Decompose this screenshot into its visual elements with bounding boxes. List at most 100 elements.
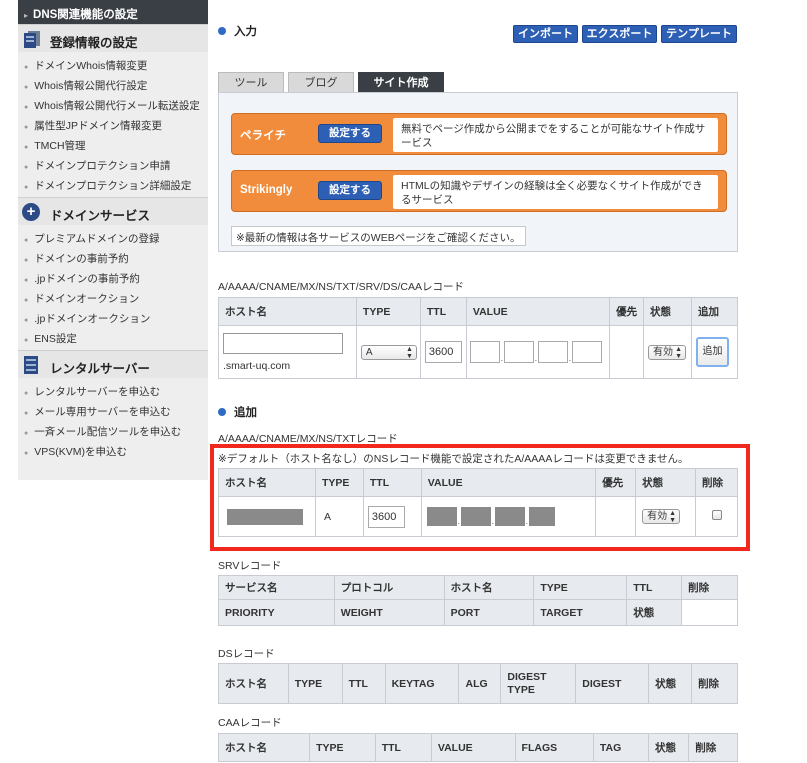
sidebar-item-whois-change[interactable]: ● ドメインWhois情報変更 — [18, 54, 208, 74]
service-name: Strikingly — [240, 184, 293, 196]
plus-circle-icon: + — [22, 203, 42, 221]
sidebar-section-title: レンタルサーバー — [50, 362, 150, 376]
sidebar-item-domain-auction[interactable]: ● ドメインオークション — [18, 287, 208, 307]
sidebar-section-title: 登録情報の設定 — [50, 36, 138, 50]
col-status: 状態 — [643, 297, 692, 326]
ds-col-hostname: ホスト名 — [218, 663, 289, 704]
caa-col-type: TYPE — [309, 733, 376, 762]
caa-col-delete: 削除 — [688, 733, 738, 762]
sidebar-item-whois-proxy[interactable]: ● Whois情報公開代行設定 — [18, 74, 208, 94]
srv-col-protocol: プロトコル — [333, 575, 445, 600]
ds-col-status: 状態 — [648, 663, 693, 704]
ds-col-digest: DIGEST — [575, 663, 650, 704]
peraichi-settings-button[interactable]: 設定する — [318, 124, 382, 143]
srv-col-target: TARGET — [533, 599, 628, 626]
tab-site-creation[interactable]: サイト作成 — [358, 72, 444, 93]
type-select[interactable]: A ▲ ▼ — [360, 344, 417, 360]
notice-text: ※最新の情報は各サービスのWEBページをご確認ください。 — [231, 226, 526, 246]
sidebar-item-tmch[interactable]: ● TMCH管理 — [18, 134, 208, 154]
bullet-icon: ● — [24, 390, 29, 397]
service-description: HTMLの知識やデザインの経験は全く必要なくサイト作成ができるサービス — [393, 175, 718, 209]
col-ttl: TTL — [419, 297, 467, 326]
srv-col-status: 状態 — [626, 599, 683, 626]
srv-empty-cell — [681, 599, 738, 626]
template-button[interactable]: テンプレート — [661, 25, 737, 43]
ds-col-ttl: TTL — [341, 663, 386, 704]
bullet-icon: ● — [24, 430, 29, 437]
ttl-cell: 3600 — [419, 325, 467, 379]
srv-col-priority: PRIORITY — [218, 599, 335, 626]
strikingly-settings-button[interactable]: 設定する — [318, 181, 382, 200]
sidebar-list-registration: ● ドメインWhois情報変更 ● Whois情報公開代行設定 ● Whois情報公開… — [18, 52, 208, 197]
sidebar: ▸ DNS関連機能の設定 登録情報の設定 ● ドメインWhois情報変更 ● Whoi… — [18, 0, 208, 480]
sidebar-item-jp-auction[interactable]: ● .jpドメインオークション — [18, 307, 208, 327]
sidebar-section-registration: 登録情報の設定 — [18, 24, 208, 52]
srv-col-ttl: TTL — [626, 575, 683, 600]
srv-col-port: PORT — [443, 599, 535, 626]
bullet-icon: ● — [24, 104, 29, 111]
value-cell: ... — [465, 325, 611, 379]
caa-col-ttl: TTL — [374, 733, 432, 762]
col-hostname: ホスト名 — [218, 297, 357, 326]
sidebar-item-protection-apply[interactable]: ● ドメインプロテクション申請 — [18, 154, 208, 174]
sidebar-item-ens[interactable]: ● ENS設定 — [18, 327, 208, 347]
import-button[interactable]: インポート — [513, 25, 578, 43]
bullet-icon: ● — [24, 184, 29, 191]
ip-octet-4-input[interactable] — [571, 341, 602, 363]
caa-table: ホスト名 TYPE TTL VALUE FLAGS TAG 状態 削除 — [217, 733, 738, 762]
bullet-icon: ● — [24, 257, 29, 264]
srv-col-service: サービス名 — [218, 575, 335, 600]
ttl-input[interactable]: 3600 — [424, 341, 462, 363]
ip-octet-1-input[interactable] — [469, 341, 500, 363]
ip-octet-3-input[interactable] — [537, 341, 568, 363]
sidebar-item-vps[interactable]: ● VPS(KVM)を申込む — [18, 440, 208, 460]
srv-col-weight: WEIGHT — [333, 599, 445, 626]
sidebar-section-domain-service: + ドメインサービス — [18, 197, 208, 225]
bullet-icon: ● — [24, 144, 29, 151]
hostname-cell: .smart-uq.com — [218, 325, 357, 379]
sidebar-item-protection-detail[interactable]: ● ドメインプロテクション詳細設定 — [18, 174, 208, 194]
export-button[interactable]: エクスポート — [582, 25, 657, 43]
caa-col-flags: FLAGS — [514, 733, 594, 762]
sidebar-item-bulk-mail[interactable]: ● 一斉メール配信ツールを申込む — [18, 420, 208, 440]
bullet-icon — [218, 408, 226, 416]
col-add: 追加 — [691, 297, 738, 326]
site-creation-panel: ペライチ 設定する 無料でページ作成から公開までをすることが可能なサイト作成サー… — [218, 92, 738, 252]
bullet-icon — [218, 27, 226, 35]
sidebar-item-whois-mail-forward[interactable]: ● Whois情報公開代行メール転送設定 — [18, 94, 208, 114]
tab-bar: ツール ブログ サイト作成 — [218, 72, 448, 93]
status-select[interactable]: 有効 ▲ ▼ — [648, 344, 687, 360]
highlight-box — [210, 444, 750, 551]
sidebar-item-mail-server[interactable]: ● メール専用サーバーを申込む — [18, 400, 208, 420]
sidebar-item-rental-server[interactable]: ● レンタルサーバーを申込む — [18, 380, 208, 400]
sidebar-item-premium-domain[interactable]: ● プレミアムドメインの登録 — [18, 227, 208, 247]
type-cell: A ▲ ▼ — [355, 325, 421, 379]
ds-table: ホスト名 TYPE TTL KEYTAG ALG DIGEST TYPE DIG… — [218, 663, 738, 704]
bullet-icon: ● — [24, 317, 29, 324]
add-record-button[interactable]: 追加 — [696, 337, 729, 367]
sidebar-list-rental-server: ● レンタルサーバーを申込む ● メール専用サーバーを申込む ● 一斉メール配信ツール… — [18, 378, 208, 463]
caa-col-tag: TAG — [592, 733, 649, 762]
sidebar-item-dns-settings[interactable]: ▸ DNS関連機能の設定 — [18, 0, 208, 24]
bullet-icon: ● — [24, 124, 29, 131]
caa-col-status: 状態 — [647, 733, 690, 762]
status-cell: 有効 ▲ ▼ — [643, 325, 692, 379]
sidebar-item-jp-info-change[interactable]: ● 属性型JPドメイン情報変更 — [18, 114, 208, 134]
service-card-peraichi: ペライチ 設定する 無料でページ作成から公開までをすることが可能なサイト作成サー… — [231, 113, 727, 155]
sidebar-item-pre-reservation[interactable]: ● ドメインの事前予約 — [18, 247, 208, 267]
ds-caption: DSレコード — [218, 648, 275, 660]
priority-cell — [609, 325, 645, 379]
tab-tools[interactable]: ツール — [218, 72, 284, 93]
ip-octet-2-input[interactable] — [503, 341, 534, 363]
add-cell: 追加 — [691, 325, 738, 379]
caa-col-hostname: ホスト名 — [217, 733, 311, 762]
bullet-icon: ● — [24, 164, 29, 171]
service-name: ペライチ — [240, 130, 286, 142]
sidebar-item-jp-pre-reservation[interactable]: ● .jpドメインの事前予約 — [18, 267, 208, 287]
added-section-title: 追加 — [218, 404, 257, 420]
tab-blog[interactable]: ブログ — [288, 72, 354, 93]
main-content: 入力 インポート エクスポート テンプレート ツール ブログ サイト作成 ペライ… — [217, 0, 738, 763]
bullet-icon: ● — [24, 410, 29, 417]
hostname-input[interactable] — [223, 332, 343, 354]
srv-table: サービス名 プロトコル ホスト名 TYPE TTL 削除 PRIORITY WE… — [218, 575, 738, 626]
